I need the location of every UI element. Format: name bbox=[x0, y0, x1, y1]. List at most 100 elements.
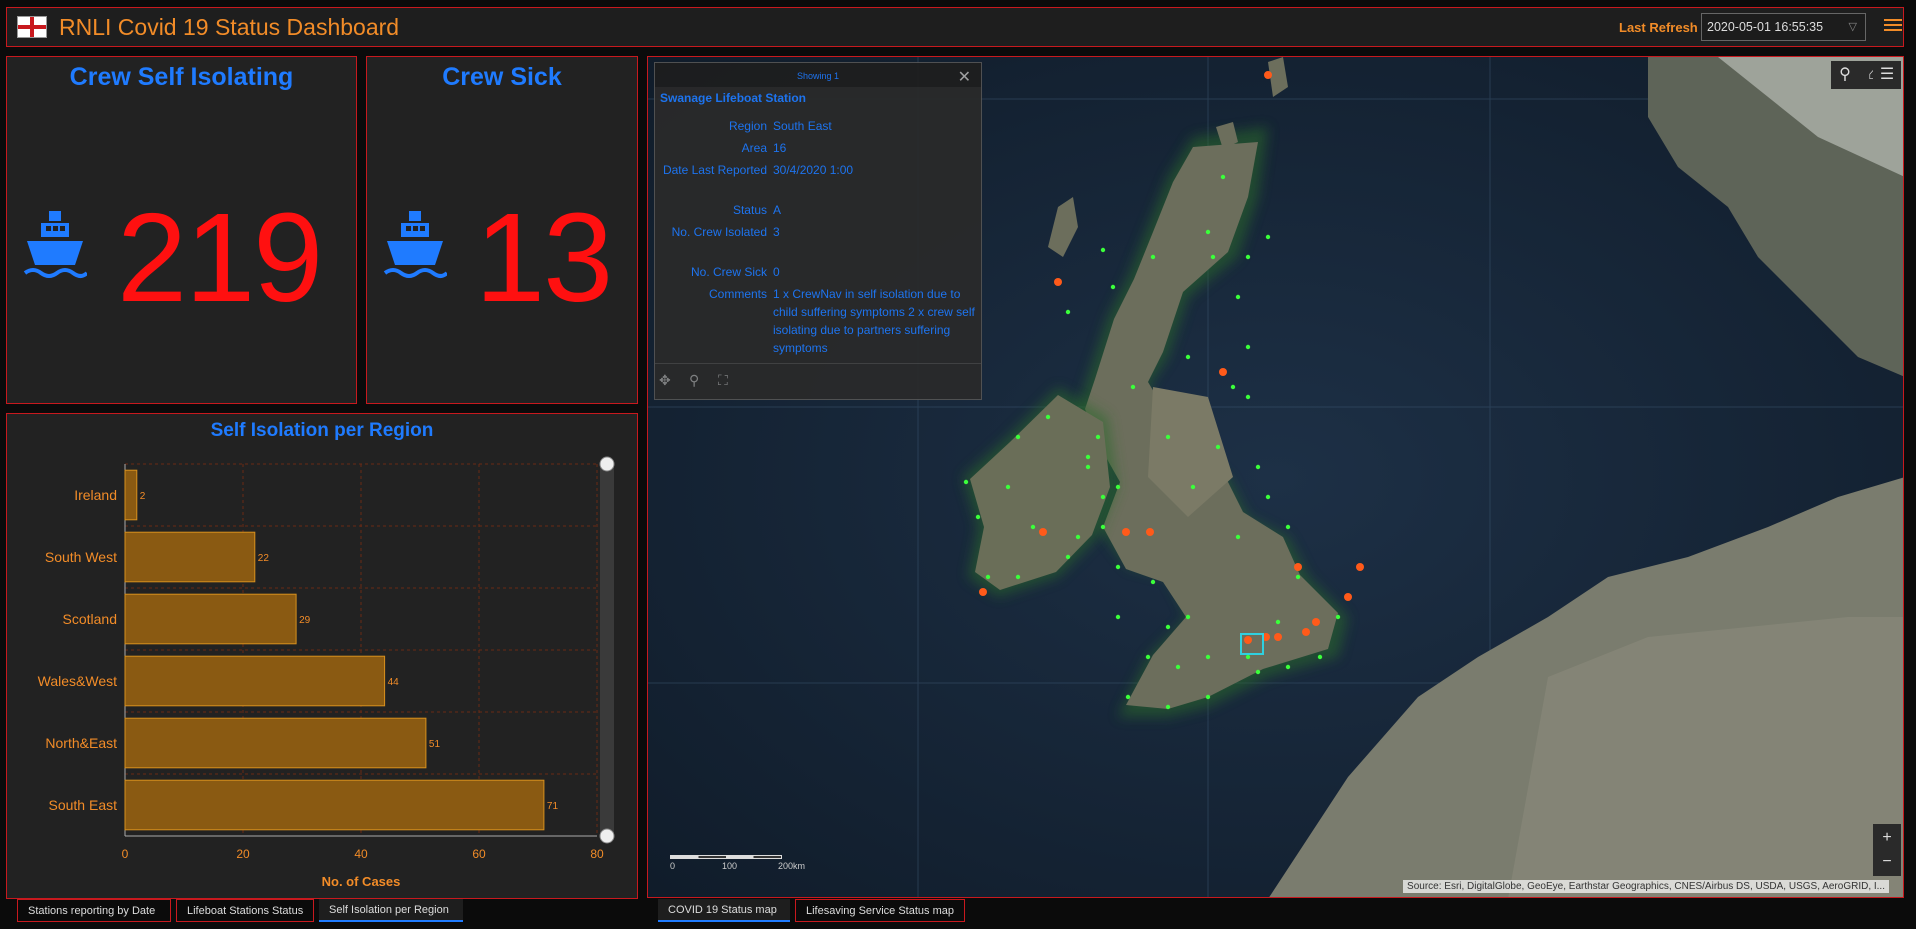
station-marker-alert[interactable] bbox=[1244, 636, 1252, 644]
bar[interactable] bbox=[124, 469, 138, 521]
fullscreen-icon[interactable]: ⛶ bbox=[718, 372, 734, 388]
station-marker[interactable] bbox=[1185, 614, 1191, 620]
station-marker[interactable] bbox=[1115, 614, 1121, 620]
station-marker[interactable] bbox=[1265, 234, 1271, 240]
station-marker[interactable] bbox=[1190, 484, 1196, 490]
slider-handle[interactable] bbox=[599, 828, 615, 844]
station-marker[interactable] bbox=[1245, 654, 1251, 660]
station-marker-alert[interactable] bbox=[1146, 528, 1154, 536]
station-marker[interactable] bbox=[1317, 654, 1323, 660]
station-marker[interactable] bbox=[1085, 454, 1091, 460]
station-marker-alert[interactable] bbox=[1039, 528, 1047, 536]
station-marker[interactable] bbox=[1045, 414, 1051, 420]
station-marker-alert[interactable] bbox=[1264, 71, 1272, 79]
tab-self-isolation-per-region[interactable]: Self Isolation per Region bbox=[319, 899, 463, 922]
station-marker[interactable] bbox=[1210, 254, 1216, 260]
station-marker[interactable] bbox=[1265, 494, 1271, 500]
station-marker[interactable] bbox=[1150, 254, 1156, 260]
station-marker[interactable] bbox=[1185, 354, 1191, 360]
station-marker[interactable] bbox=[1030, 524, 1036, 530]
station-marker[interactable] bbox=[963, 479, 969, 485]
station-marker[interactable] bbox=[1095, 434, 1101, 440]
station-marker[interactable] bbox=[1285, 664, 1291, 670]
station-marker[interactable] bbox=[1255, 669, 1261, 675]
station-marker[interactable] bbox=[1115, 564, 1121, 570]
station-marker[interactable] bbox=[1285, 524, 1291, 530]
zoom-out-button[interactable]: − bbox=[1873, 848, 1901, 876]
bar[interactable] bbox=[124, 593, 297, 645]
bar[interactable] bbox=[124, 779, 545, 831]
station-marker-alert[interactable] bbox=[1344, 593, 1352, 601]
station-marker[interactable] bbox=[985, 574, 991, 580]
field-value: 30/4/2020 1:00 bbox=[773, 163, 854, 177]
move-icon[interactable]: ✥ bbox=[659, 372, 675, 388]
menu-icon[interactable] bbox=[1884, 16, 1902, 34]
station-marker[interactable] bbox=[1275, 619, 1281, 625]
station-marker[interactable] bbox=[1085, 464, 1091, 470]
station-marker[interactable] bbox=[1165, 434, 1171, 440]
field-key: No. Crew Isolated bbox=[671, 225, 767, 239]
station-marker[interactable] bbox=[1245, 254, 1251, 260]
bar[interactable] bbox=[124, 655, 386, 707]
station-marker[interactable] bbox=[1235, 534, 1241, 540]
station-marker-alert[interactable] bbox=[1054, 278, 1062, 286]
close-icon[interactable]: ✕ bbox=[958, 67, 971, 87]
field-key: Region bbox=[728, 119, 767, 133]
station-marker-alert[interactable] bbox=[1274, 633, 1282, 641]
station-marker[interactable] bbox=[1065, 554, 1071, 560]
station-marker[interactable] bbox=[1125, 694, 1131, 700]
tab-covid-19-status-map[interactable]: COVID 19 Status map bbox=[658, 899, 790, 922]
station-marker[interactable] bbox=[1230, 384, 1236, 390]
search-icon[interactable]: ⚲ bbox=[1831, 61, 1859, 89]
last-refresh-select[interactable]: 2020-05-01 16:55:35 ▽ bbox=[1701, 13, 1866, 41]
station-marker[interactable] bbox=[1100, 247, 1106, 253]
station-marker-alert[interactable] bbox=[1356, 563, 1364, 571]
station-marker[interactable] bbox=[1165, 704, 1171, 710]
station-marker[interactable] bbox=[1100, 524, 1106, 530]
station-marker[interactable] bbox=[1205, 694, 1211, 700]
station-marker[interactable] bbox=[1150, 579, 1156, 585]
station-marker[interactable] bbox=[1205, 654, 1211, 660]
station-marker[interactable] bbox=[1015, 434, 1021, 440]
slider-handle[interactable] bbox=[599, 456, 615, 472]
station-marker-alert[interactable] bbox=[1312, 618, 1320, 626]
station-marker[interactable] bbox=[1110, 284, 1116, 290]
tab-stations-reporting-by-date[interactable]: Stations reporting by Date bbox=[17, 899, 171, 922]
station-marker[interactable] bbox=[1075, 534, 1081, 540]
tab-label: Lifeboat Stations Status bbox=[187, 905, 304, 917]
station-marker[interactable] bbox=[1215, 444, 1221, 450]
station-marker-alert[interactable] bbox=[1122, 528, 1130, 536]
station-marker[interactable] bbox=[1015, 574, 1021, 580]
ship-icon bbox=[383, 211, 447, 278]
station-marker[interactable] bbox=[1245, 344, 1251, 350]
station-marker[interactable] bbox=[1100, 494, 1106, 500]
station-marker[interactable] bbox=[1335, 614, 1341, 620]
station-marker[interactable] bbox=[1005, 484, 1011, 490]
station-marker[interactable] bbox=[1145, 654, 1151, 660]
zoom-to-icon[interactable]: ⚲ bbox=[689, 372, 705, 388]
bar[interactable] bbox=[124, 531, 256, 583]
station-marker[interactable] bbox=[1255, 464, 1261, 470]
station-marker[interactable] bbox=[1130, 384, 1136, 390]
bar[interactable] bbox=[124, 717, 427, 769]
station-marker-alert[interactable] bbox=[979, 588, 987, 596]
station-marker[interactable] bbox=[1165, 624, 1171, 630]
zoom-slider-track[interactable] bbox=[600, 464, 614, 836]
scale-label: 200km bbox=[778, 861, 806, 871]
station-marker[interactable] bbox=[1205, 229, 1211, 235]
station-marker-alert[interactable] bbox=[1294, 563, 1302, 571]
station-marker[interactable] bbox=[1175, 664, 1181, 670]
station-marker[interactable] bbox=[1235, 294, 1241, 300]
station-marker[interactable] bbox=[1245, 394, 1251, 400]
station-marker[interactable] bbox=[1065, 309, 1071, 315]
layers-icon[interactable]: ☰ bbox=[1873, 61, 1901, 89]
station-marker[interactable] bbox=[975, 514, 981, 520]
tab-lifesaving-service-status-map[interactable]: Lifesaving Service Status map bbox=[795, 899, 965, 922]
station-marker-alert[interactable] bbox=[1302, 628, 1310, 636]
station-marker[interactable] bbox=[1115, 484, 1121, 490]
station-marker-alert[interactable] bbox=[1219, 368, 1227, 376]
station-marker[interactable] bbox=[1220, 174, 1226, 180]
app-header: RNLI Covid 19 Status Dashboard Last Refr… bbox=[6, 7, 1904, 47]
tab-lifeboat-stations-status[interactable]: Lifeboat Stations Status bbox=[176, 899, 314, 922]
station-marker[interactable] bbox=[1295, 574, 1301, 580]
